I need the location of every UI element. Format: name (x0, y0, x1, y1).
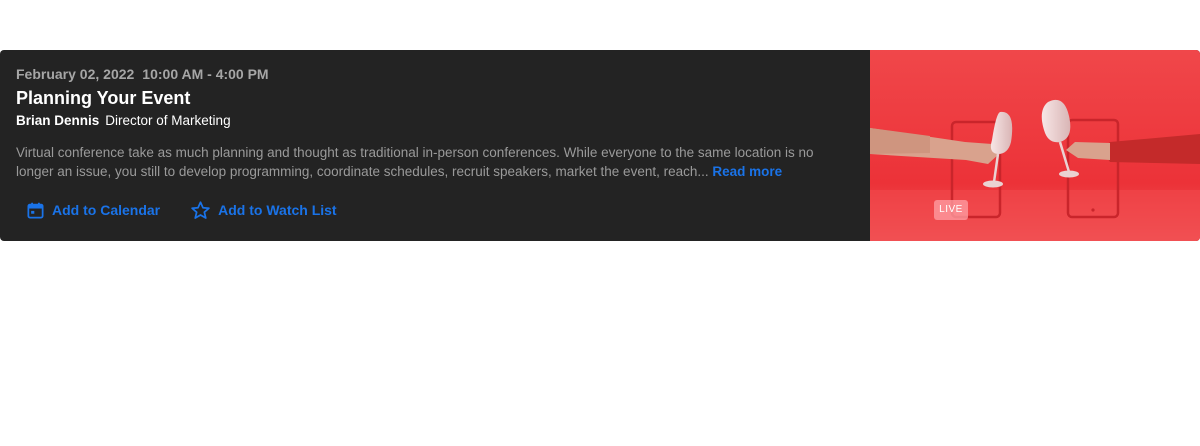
calendar-icon (26, 201, 45, 220)
add-to-watch-list-button[interactable]: Add to Watch List (190, 199, 337, 221)
event-thumbnail[interactable]: LIVE (870, 50, 1200, 241)
event-description-text: Virtual conference take as much planning… (16, 145, 814, 179)
event-actions: Add to Calendar Add to Watch List (26, 199, 337, 221)
event-details: February 02, 2022 10:00 AM - 4:00 PM Plan… (0, 50, 870, 241)
add-to-watch-list-label: Add to Watch List (218, 202, 337, 218)
speaker-role: Director of Marketing (105, 113, 231, 128)
event-description: Virtual conference take as much planning… (16, 143, 816, 181)
event-datetime: February 02, 2022 10:00 AM - 4:00 PM (16, 65, 854, 83)
add-to-calendar-button[interactable]: Add to Calendar (26, 199, 160, 221)
event-speaker: Brian Dennis Director of Marketing (16, 111, 854, 131)
read-more-link[interactable]: Read more (712, 164, 782, 179)
event-title: Planning Your Event (16, 88, 191, 108)
live-badge: LIVE (934, 200, 968, 220)
event-card: February 02, 2022 10:00 AM - 4:00 PM Plan… (0, 50, 1200, 241)
speaker-name: Brian Dennis (16, 113, 100, 128)
event-thumbnail-image (870, 50, 1200, 241)
event-date: February 02, 2022 (16, 66, 135, 82)
add-to-calendar-label: Add to Calendar (52, 202, 161, 218)
event-time: 10:00 AM - 4:00 PM (142, 66, 269, 82)
star-icon (190, 200, 211, 221)
